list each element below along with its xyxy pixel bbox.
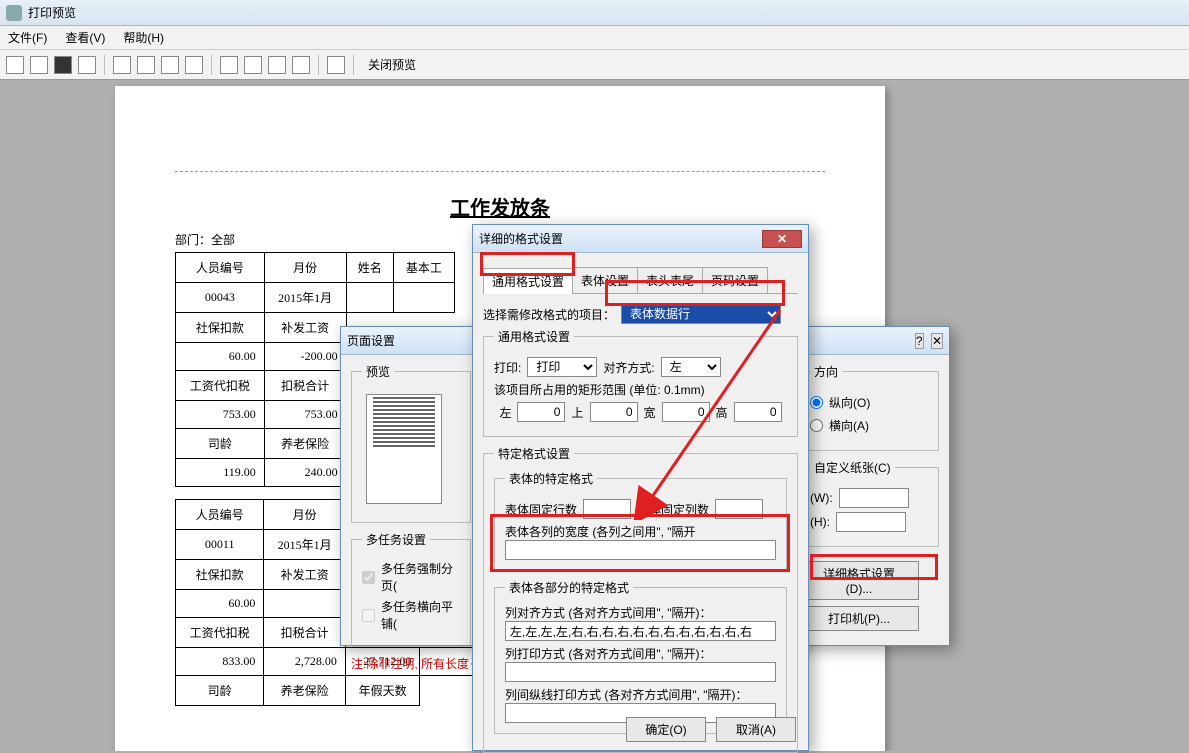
tool-zoomfit-icon[interactable] <box>292 56 310 74</box>
window-title: 打印预览 <box>28 4 76 21</box>
separator <box>104 55 105 75</box>
printer-button[interactable]: 打印机(P)... <box>799 606 919 631</box>
tool-prev-icon[interactable] <box>137 56 155 74</box>
rect-height-input[interactable] <box>734 402 782 422</box>
rect-left-input[interactable] <box>517 402 565 422</box>
general-legend: 通用格式设置 <box>494 328 574 345</box>
tab-pagenum[interactable]: 页码设置 <box>702 267 768 293</box>
length-note: 注:除非注明, 所有长度 <box>351 655 471 672</box>
tool-print-icon[interactable] <box>78 56 96 74</box>
page-divider <box>175 171 825 172</box>
rect-top-input[interactable] <box>590 402 638 422</box>
tool-zoom100-icon[interactable] <box>268 56 286 74</box>
col-width-input[interactable] <box>505 540 776 560</box>
tool-first-icon[interactable] <box>113 56 131 74</box>
tool-zoomin-icon[interactable] <box>220 56 238 74</box>
landscape-radio[interactable] <box>810 419 823 432</box>
tool-export-icon[interactable] <box>327 56 345 74</box>
direction-legend: 方向 <box>810 363 842 380</box>
tool-save-icon[interactable] <box>54 56 72 74</box>
fix-row-input[interactable] <box>583 499 631 519</box>
tab-general[interactable]: 通用格式设置 <box>483 268 573 294</box>
select-item-dropdown[interactable]: 表体数据行 <box>621 304 781 324</box>
close-preview-button[interactable]: 关闭预览 <box>362 54 422 75</box>
detail-format-dialog: 详细的格式设置 ✕ 通用格式设置 表体设置 表头表尾 页码设置 选择需修改格式的… <box>472 224 809 751</box>
app-icon <box>6 5 22 21</box>
col-print-input[interactable] <box>505 662 776 682</box>
body-spec-legend: 表体的特定格式 <box>505 470 597 487</box>
help-button[interactable]: ? <box>915 333 924 349</box>
select-item-label: 选择需修改格式的项目： <box>483 306 615 323</box>
paper-width-input[interactable] <box>839 488 909 508</box>
tool-open-icon[interactable] <box>6 56 24 74</box>
col-align-input[interactable] <box>505 621 776 641</box>
align-select[interactable]: 左 <box>661 357 721 377</box>
multitask-pagebreak-checkbox[interactable] <box>362 571 375 584</box>
dept-label: 部门： <box>175 233 211 247</box>
cancel-button[interactable]: 取消(A) <box>716 717 796 742</box>
mini-preview <box>366 394 442 504</box>
close-icon[interactable]: ✕ <box>931 333 943 349</box>
dept-value: 全部 <box>211 233 235 247</box>
print-select[interactable]: 打印 <box>527 357 597 377</box>
tool-last-icon[interactable] <box>185 56 203 74</box>
separator <box>353 55 354 75</box>
separator <box>318 55 319 75</box>
close-icon[interactable]: ✕ <box>762 230 802 248</box>
doc-title: 工作发放条 <box>175 192 825 221</box>
rect-width-input[interactable] <box>662 402 710 422</box>
tab-headerfooter[interactable]: 表头表尾 <box>637 267 703 293</box>
part-spec-legend: 表体各部分的特定格式 <box>505 579 633 596</box>
tool-new-icon[interactable] <box>30 56 48 74</box>
menu-help[interactable]: 帮助(H) <box>119 27 168 48</box>
preview-legend: 预览 <box>362 363 394 380</box>
separator <box>211 55 212 75</box>
tool-next-icon[interactable] <box>161 56 179 74</box>
detail-dialog-title: 详细的格式设置 <box>479 230 563 247</box>
multitask-tile-checkbox[interactable] <box>362 609 375 622</box>
tool-zoomout-icon[interactable] <box>244 56 262 74</box>
tab-body[interactable]: 表体设置 <box>572 267 638 293</box>
menu-view[interactable]: 查看(V) <box>61 27 109 48</box>
multitask-legend: 多任务设置 <box>362 531 430 548</box>
ok-button[interactable]: 确定(O) <box>626 717 706 742</box>
menu-file[interactable]: 文件(F) <box>4 27 51 48</box>
page-setup-title: 页面设置 <box>347 332 395 349</box>
paper-height-input[interactable] <box>836 512 906 532</box>
custom-paper-legend: 自定义纸张(C) <box>810 459 895 476</box>
portrait-radio[interactable] <box>810 396 823 409</box>
fix-col-input[interactable] <box>715 499 763 519</box>
detail-format-button[interactable]: 详细格式设置(D)... <box>799 561 919 600</box>
spec-legend: 特定格式设置 <box>494 445 574 462</box>
rect-label: 该项目所占用的矩形范围 (单位: 0.1mm) <box>494 381 787 398</box>
